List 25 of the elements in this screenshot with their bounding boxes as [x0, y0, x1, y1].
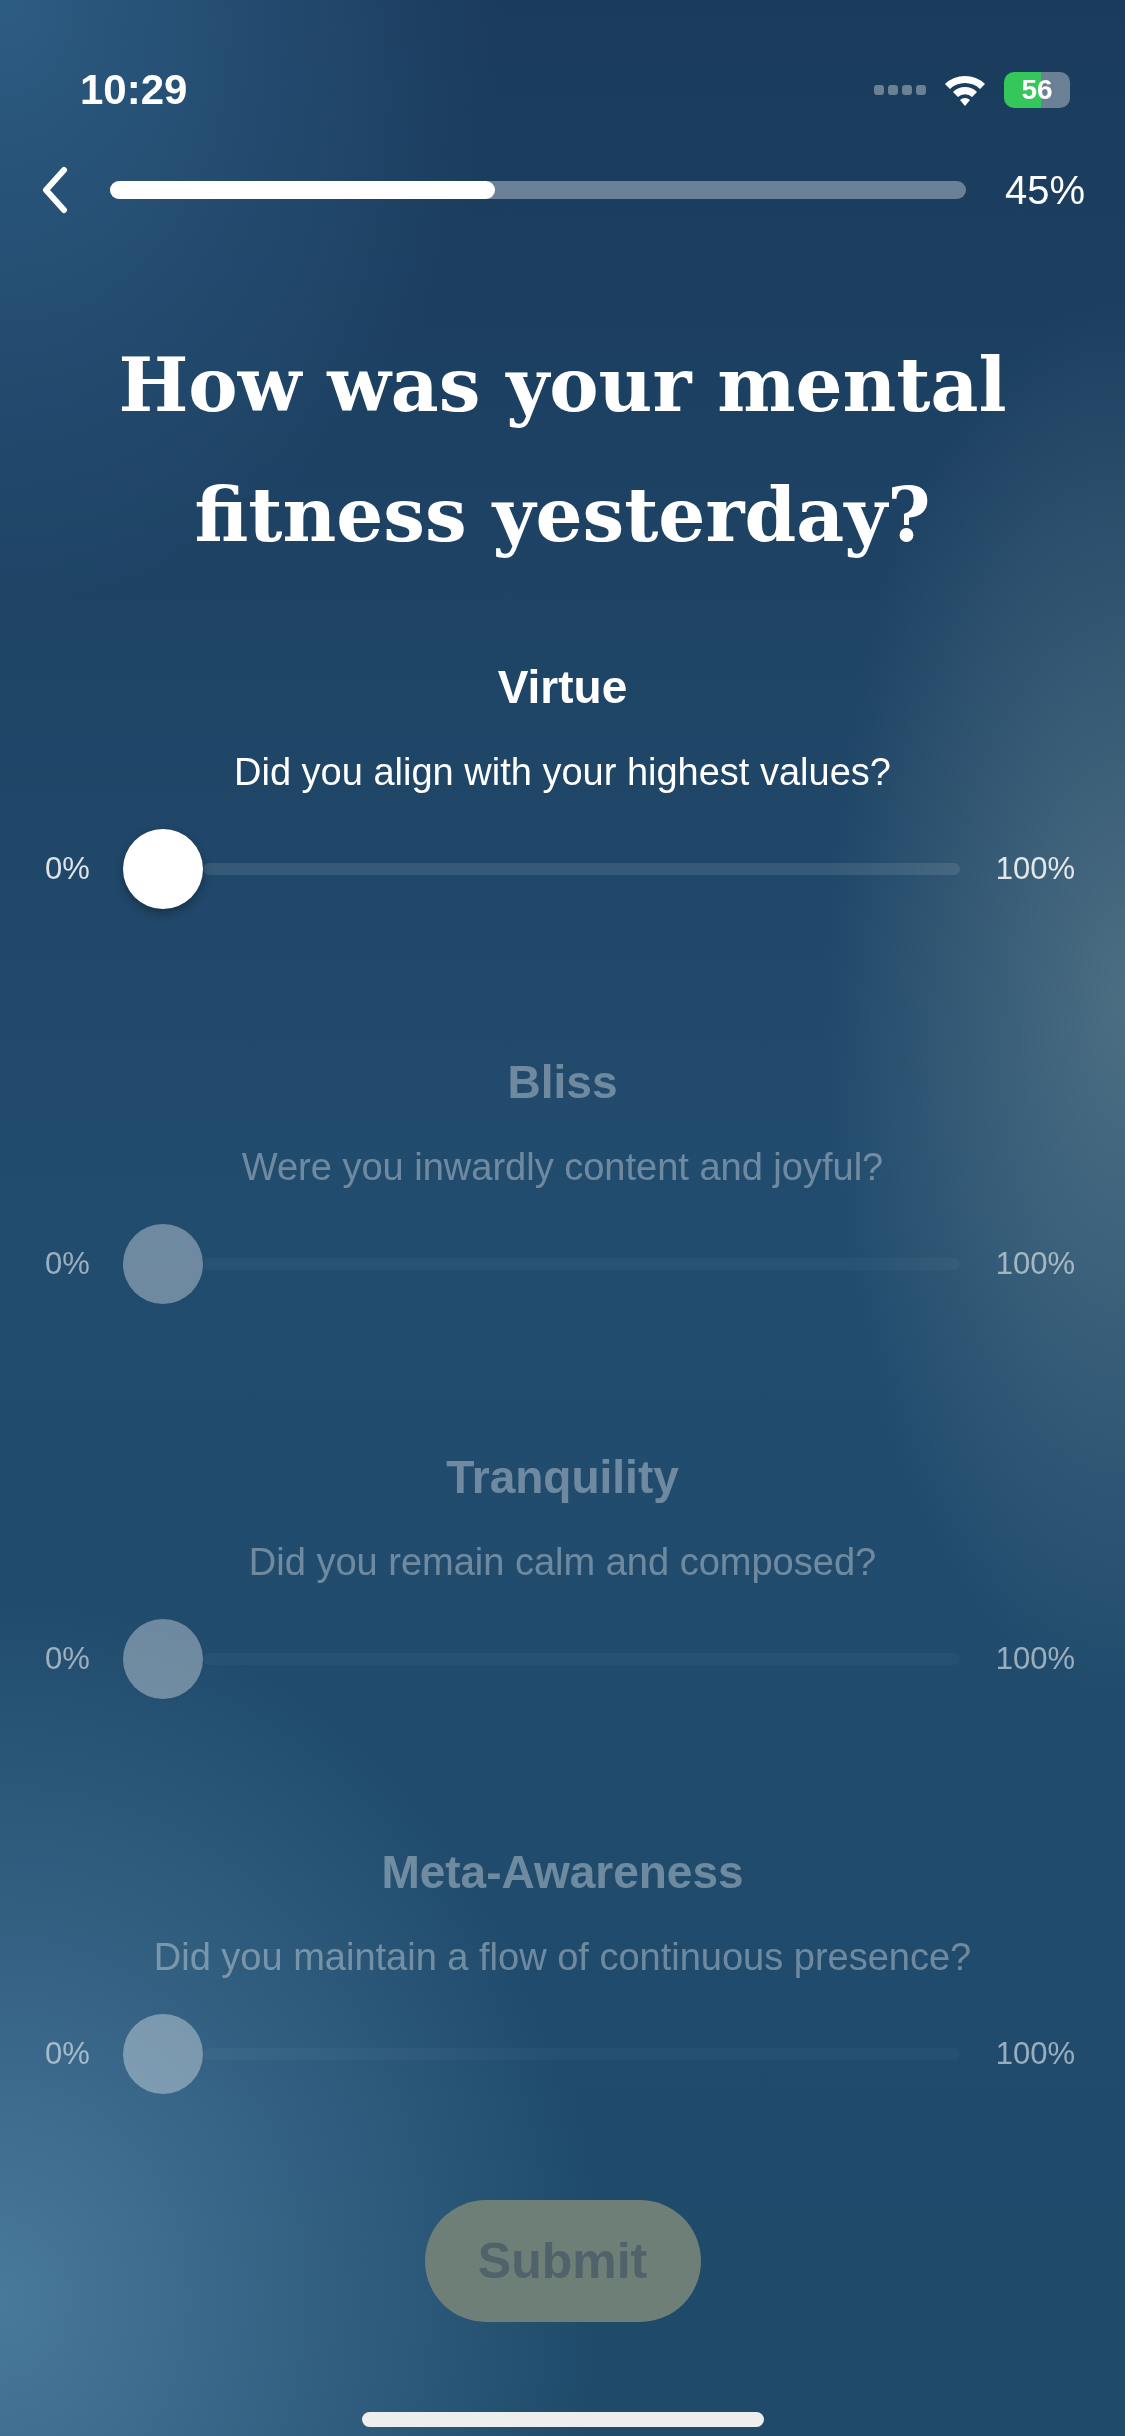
max-label: 100%	[994, 1639, 1075, 1678]
min-label: 0%	[45, 1244, 91, 1283]
back-chevron-icon	[40, 166, 70, 214]
question-text: Were you inwardly content and joyful?	[240, 1145, 885, 1190]
status-time: 10:29	[80, 65, 188, 115]
slider-track[interactable]	[203, 863, 960, 875]
min-label: 0%	[45, 1639, 91, 1678]
question-text: Did you align with your highest values?	[233, 750, 892, 795]
battery-percentage: 56	[1021, 76, 1053, 104]
back-button[interactable]	[40, 166, 70, 214]
question-name: Virtue	[496, 660, 629, 715]
question-name: Bliss	[506, 1055, 619, 1110]
question-name: Tranquility	[445, 1450, 680, 1505]
slider-thumb[interactable]	[123, 829, 203, 909]
page-title: How was your mental fitness yesterday?	[117, 341, 1008, 560]
signal-icon	[874, 84, 926, 96]
min-label: 0%	[45, 849, 91, 888]
progress-percentage: 45%	[1003, 167, 1085, 214]
question-text: Did you maintain a flow of continuous presence?	[152, 1935, 973, 1980]
max-label: 100%	[994, 2034, 1075, 2073]
min-label: 0%	[45, 2034, 91, 2073]
max-label: 100%	[994, 1244, 1075, 1283]
max-label: 100%	[994, 849, 1075, 888]
question-name: Meta-Awareness	[380, 1845, 745, 1900]
question-text: Did you remain calm and composed?	[247, 1540, 878, 1585]
